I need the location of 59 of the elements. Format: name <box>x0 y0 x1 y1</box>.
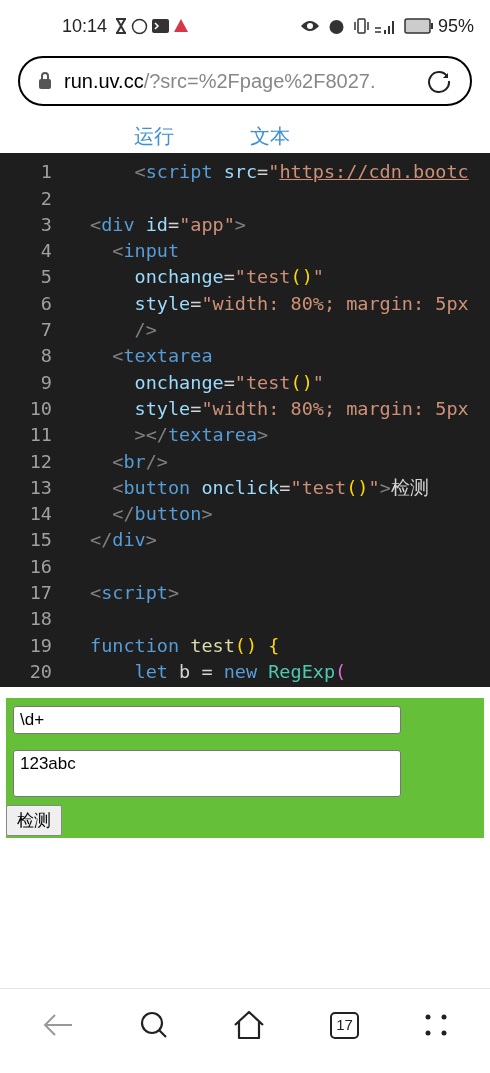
battery-percent: 95% <box>437 14 474 38</box>
line-number: 10 <box>28 396 52 421</box>
line-number: 15 <box>28 528 52 553</box>
line-number: 7 <box>39 318 52 343</box>
search-icon[interactable] <box>138 1010 169 1040</box>
url-text: run.uv.cc/?src=%2Fpage%2F8027. <box>64 69 376 94</box>
code-line: <br/> <box>111 449 168 474</box>
line-number: 14 <box>28 502 52 527</box>
line-number: 2 <box>39 186 52 211</box>
detect-button[interactable]: 检测 <box>6 805 62 836</box>
text-area[interactable]: 123abc <box>13 750 401 797</box>
eye-icon <box>299 19 320 33</box>
tab-link[interactable]: 文本 <box>250 121 290 151</box>
code-line: <script src="https://cdn.bootc <box>133 160 469 185</box>
signal-icon <box>373 18 396 34</box>
vibrate-icon <box>352 18 370 34</box>
lock-icon <box>38 72 52 90</box>
code-line: function test() { <box>90 633 280 658</box>
code-line: <div id="app"> <box>90 212 246 237</box>
line-number: 4 <box>39 239 52 264</box>
terminal-icon <box>152 19 170 33</box>
back-icon[interactable] <box>42 1013 75 1037</box>
code-line: <script> <box>90 581 180 606</box>
code-line: <button onclick="test()">检测 <box>111 475 429 500</box>
code-line: /> <box>133 318 157 343</box>
code-line: </button> <box>111 502 213 527</box>
code-line: ></textarea> <box>133 423 269 448</box>
line-number: 13 <box>28 475 52 500</box>
line-number: 19 <box>28 633 52 658</box>
line-number: 17 <box>28 581 52 606</box>
hourglass-icon <box>115 18 128 34</box>
code-line: <textarea <box>111 344 213 369</box>
code-line: onchange="test()" <box>133 370 324 395</box>
code-line: onchange="test()" <box>133 265 324 290</box>
line-number: 11 <box>28 423 52 448</box>
regex-input[interactable]: \d+ <box>13 706 401 734</box>
reload-icon[interactable] <box>426 68 452 94</box>
warning-icon <box>173 18 190 34</box>
line-number: 6 <box>39 291 52 316</box>
code-line: style="width: 80%; margin: 5px <box>133 291 469 316</box>
line-number: 1 <box>39 160 52 185</box>
line-number: 12 <box>28 449 52 474</box>
clock: 10:14 <box>62 14 108 38</box>
tabs-count-button[interactable]: 17 <box>330 1011 360 1039</box>
home-icon[interactable] <box>233 1010 266 1040</box>
line-number: 3 <box>39 212 52 237</box>
address-bar[interactable]: run.uv.cc/?src=%2Fpage%2F8027. <box>18 56 472 106</box>
battery-icon <box>403 18 434 34</box>
line-number: 18 <box>28 607 52 632</box>
line-number: 9 <box>39 370 52 395</box>
line-number: 20 <box>28 659 52 684</box>
line-number: 8 <box>39 344 52 369</box>
code-line: style="width: 80%; margin: 5px <box>133 396 469 421</box>
line-number: 16 <box>28 554 52 579</box>
code-line: let b = new RegExp( <box>133 659 347 684</box>
line-number: 5 <box>39 265 52 290</box>
more-icon[interactable] <box>423 1013 448 1037</box>
code-line: </div> <box>90 528 157 553</box>
code-line: <input <box>111 239 180 264</box>
